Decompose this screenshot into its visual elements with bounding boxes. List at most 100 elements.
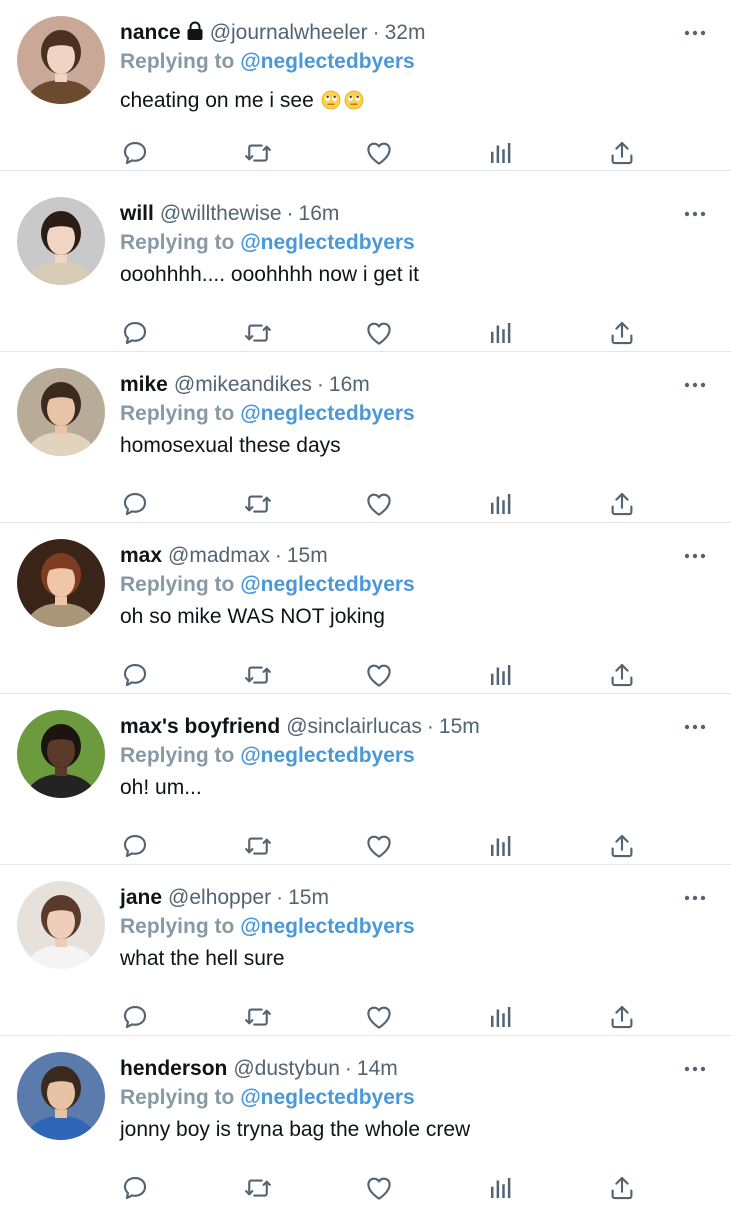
user-handle[interactable]: @madmax [168,544,270,567]
reply-icon[interactable] [120,318,150,348]
retweet-icon[interactable] [243,660,273,690]
tweet-header: jane @elhopper · 15m [120,885,329,911]
avatar[interactable] [17,197,105,285]
eye-roll-emoji [321,90,341,110]
share-icon[interactable] [607,831,637,861]
user-handle[interactable]: @willthewise [160,202,282,225]
reply-icon[interactable] [120,1173,150,1203]
more-icon[interactable] [683,207,707,219]
timestamp[interactable]: 32m [385,21,426,44]
more-icon[interactable] [683,549,707,561]
analytics-icon[interactable] [486,489,516,519]
display-name[interactable]: jane [120,886,162,909]
display-name[interactable]: nance [120,21,181,44]
retweet-icon[interactable] [243,318,273,348]
display-name[interactable]: max [120,544,162,567]
tweet-row[interactable]: nance @journalwheeler · 32m Replying to @neg… [0,0,731,171]
like-icon[interactable] [364,138,394,168]
mention-link[interactable]: @neglectedbyers [240,50,415,73]
tweet-row[interactable]: max @madmax · 15m Replying to @neglectedbyer… [0,523,731,694]
tweet-header: mike @mikeandikes · 16m [120,372,370,398]
mention-link[interactable]: @neglectedbyers [240,1086,415,1109]
tweet-body: oh! um... [120,776,202,799]
avatar[interactable] [17,368,105,456]
like-icon[interactable] [364,489,394,519]
tweet-row[interactable]: will @willthewise · 16m Replying to @neglect… [0,181,731,352]
like-icon[interactable] [364,1002,394,1032]
mention-link[interactable]: @neglectedbyers [240,402,415,425]
avatar[interactable] [17,1052,105,1140]
avatar[interactable] [17,710,105,798]
share-icon[interactable] [607,318,637,348]
more-icon[interactable] [683,720,707,732]
tweet-row[interactable]: jane @elhopper · 15m Replying to @neglectedb… [0,865,731,1036]
timestamp[interactable]: 16m [329,373,370,396]
share-icon[interactable] [607,138,637,168]
display-name[interactable]: max's boyfriend [120,715,280,738]
share-icon[interactable] [607,1173,637,1203]
tweet-text: homosexual these days [120,433,341,459]
mention-link[interactable]: @neglectedbyers [240,744,415,767]
more-icon[interactable] [683,891,707,903]
timestamp[interactable]: 14m [357,1057,398,1080]
user-handle[interactable]: @journalwheeler [210,21,368,44]
replying-to-label: Replying to [120,744,235,767]
share-icon[interactable] [607,660,637,690]
avatar[interactable] [17,539,105,627]
analytics-icon[interactable] [486,660,516,690]
user-handle[interactable]: @mikeandikes [174,373,312,396]
retweet-icon[interactable] [243,138,273,168]
retweet-icon[interactable] [243,489,273,519]
like-icon[interactable] [364,831,394,861]
display-name[interactable]: will [120,202,154,225]
timestamp[interactable]: 15m [288,886,329,909]
like-icon[interactable] [364,318,394,348]
tweet-row[interactable]: mike @mikeandikes · 16m Replying to @neglect… [0,352,731,523]
replying-to-line: Replying to @neglectedbyers [120,230,415,256]
user-handle[interactable]: @elhopper [168,886,271,909]
analytics-icon[interactable] [486,831,516,861]
separator-dot: · [316,373,324,396]
tweet-header: nance @journalwheeler · 32m [120,20,425,46]
like-icon[interactable] [364,660,394,690]
user-handle[interactable]: @sinclairlucas [286,715,422,738]
reply-icon[interactable] [120,660,150,690]
tweet-text: oh! um... [120,775,202,801]
mention-link[interactable]: @neglectedbyers [240,573,415,596]
timestamp[interactable]: 16m [299,202,340,225]
timestamp[interactable]: 15m [439,715,480,738]
more-icon[interactable] [683,26,707,38]
mention-link[interactable]: @neglectedbyers [240,231,415,254]
avatar[interactable] [17,16,105,104]
analytics-icon[interactable] [486,138,516,168]
display-name[interactable]: henderson [120,1057,227,1080]
mention-link[interactable]: @neglectedbyers [240,915,415,938]
replying-to-line: Replying to @neglectedbyers [120,572,415,598]
separator-dot: · [344,1057,352,1080]
user-handle[interactable]: @dustybun [233,1057,340,1080]
share-icon[interactable] [607,489,637,519]
retweet-icon[interactable] [243,1173,273,1203]
reply-icon[interactable] [120,831,150,861]
tweet-row[interactable]: max's boyfriend @sinclairlucas · 15m Replyin… [0,694,731,865]
timestamp[interactable]: 15m [287,544,328,567]
more-icon[interactable] [683,1062,707,1074]
retweet-icon[interactable] [243,831,273,861]
tweet-row[interactable]: henderson @dustybun · 14m Replying to @negle… [0,1036,731,1207]
replying-to-label: Replying to [120,50,235,73]
display-name[interactable]: mike [120,373,168,396]
tweet-text: jonny boy is tryna bag the whole crew [120,1117,470,1143]
like-icon[interactable] [364,1173,394,1203]
retweet-icon[interactable] [243,1002,273,1032]
more-icon[interactable] [683,378,707,390]
analytics-icon[interactable] [486,1173,516,1203]
analytics-icon[interactable] [486,1002,516,1032]
avatar[interactable] [17,881,105,969]
share-icon[interactable] [607,1002,637,1032]
replying-to-label: Replying to [120,573,235,596]
reply-icon[interactable] [120,138,150,168]
analytics-icon[interactable] [486,318,516,348]
separator-dot: · [276,886,284,909]
reply-icon[interactable] [120,489,150,519]
reply-icon[interactable] [120,1002,150,1032]
